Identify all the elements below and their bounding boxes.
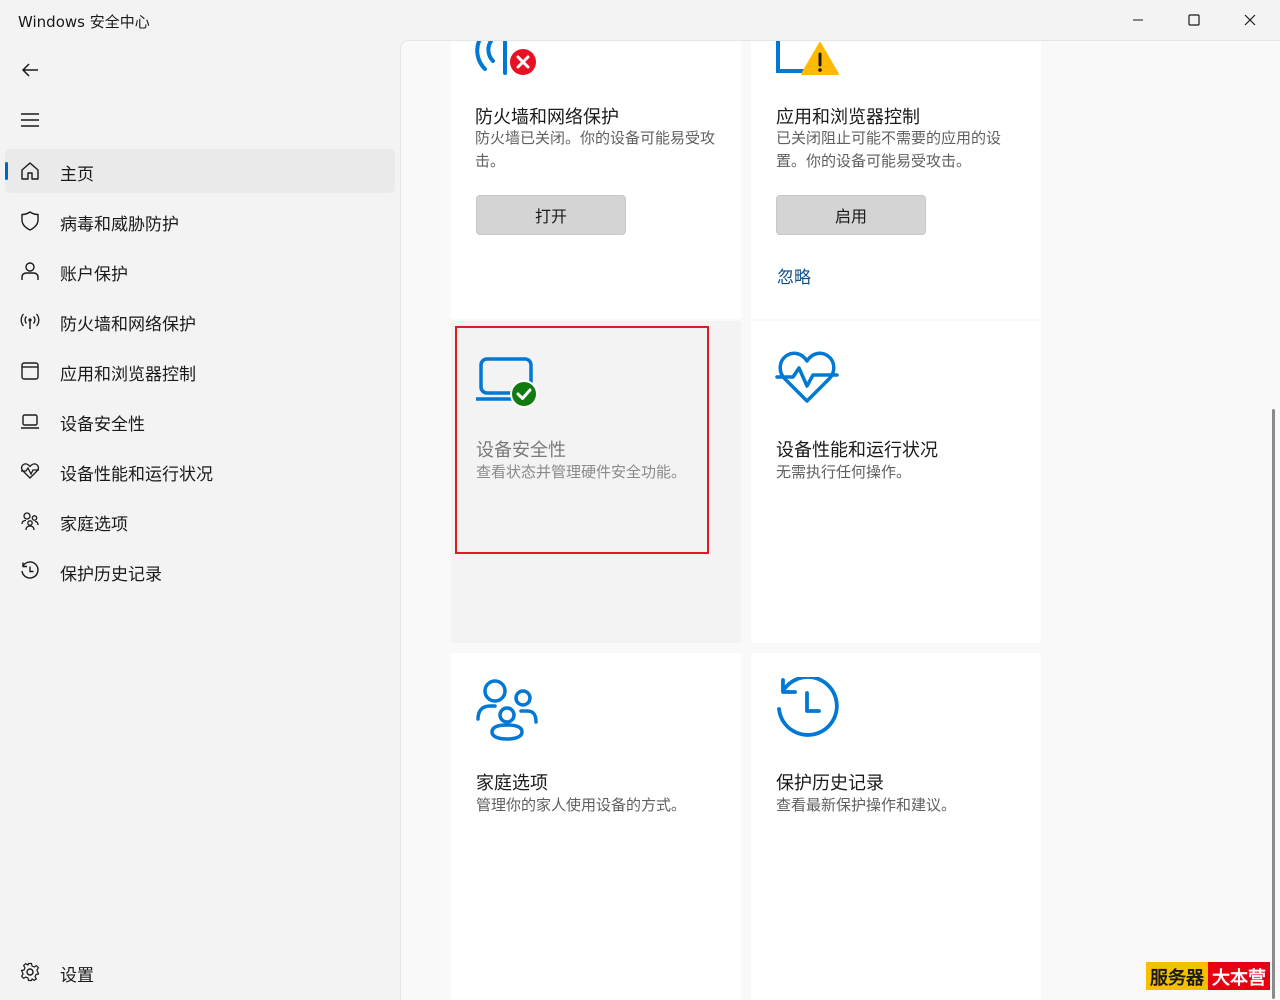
card-title: 家庭选项: [476, 773, 548, 794]
card-title: 保护历史记录: [776, 773, 884, 794]
settings-label: 设置: [60, 966, 94, 986]
maximize-button[interactable]: [1166, 0, 1222, 40]
sidebar-item-label: 设备性能和运行状况: [60, 465, 213, 485]
sidebar-item-label: 保护历史记录: [60, 565, 162, 585]
close-icon: [1244, 14, 1256, 26]
firewall-card[interactable]: 防火墙和网络保护 防火墙已关闭。你的设备可能易受攻击。 打开: [451, 41, 741, 319]
watermark-part-2: 大本营: [1208, 962, 1270, 990]
back-button[interactable]: [10, 52, 50, 88]
title-bar: Windows 安全中心: [0, 0, 1280, 40]
heart-pulse-icon: [775, 351, 839, 403]
app-window-icon: [19, 360, 41, 382]
sidebar-item-history[interactable]: 保护历史记录: [5, 549, 395, 593]
sidebar-item-device-security[interactable]: 设备安全性: [5, 399, 395, 443]
sidebar-item-device-health[interactable]: 设备性能和运行状况: [5, 449, 395, 493]
history-icon: [19, 560, 41, 582]
sidebar-item-firewall[interactable]: 防火墙和网络保护: [5, 299, 395, 343]
card-title: 设备安全性: [476, 440, 566, 461]
menu-button[interactable]: [10, 102, 50, 138]
minimize-button[interactable]: [1110, 0, 1166, 40]
history-icon: [777, 677, 839, 737]
family-icon: [476, 679, 538, 741]
shield-icon: [19, 210, 41, 232]
main-content: 防火墙和网络保护 防火墙已关闭。你的设备可能易受攻击。 打开 应用和浏览器控制 …: [400, 40, 1280, 1000]
device-health-card[interactable]: 设备性能和运行状况 无需执行任何操作。: [751, 321, 1041, 643]
window-title: Windows 安全中心: [18, 13, 150, 31]
minimize-icon: [1133, 19, 1143, 21]
laptop-icon: [19, 410, 41, 432]
close-button[interactable]: [1222, 0, 1278, 40]
gear-icon: [19, 961, 41, 983]
card-description: 防火墙已关闭。你的设备可能易受攻击。: [475, 129, 716, 170]
antenna-error-icon: [475, 41, 536, 75]
app-window-warning-icon: [776, 41, 839, 75]
card-description: 管理你的家人使用设备的方式。: [476, 796, 687, 814]
sidebar-item-label: 病毒和威胁防护: [60, 215, 179, 235]
card-description: 查看最新保护操作和建议。: [776, 796, 957, 814]
watermark-part-1: 服务器: [1146, 962, 1208, 990]
protection-history-card[interactable]: 保护历史记录 查看最新保护操作和建议。: [751, 653, 1041, 1000]
sidebar-item-label: 家庭选项: [60, 515, 128, 535]
sidebar-item-label: 设备安全性: [60, 415, 145, 435]
enable-button[interactable]: 启用: [776, 195, 926, 235]
laptop-check-icon: [476, 357, 538, 408]
home-icon: [19, 160, 41, 182]
card-title: 防火墙和网络保护: [475, 107, 619, 128]
hamburger-icon: [21, 113, 39, 127]
device-security-card[interactable]: 设备安全性 查看状态并管理硬件安全功能。: [451, 321, 741, 643]
antenna-icon: [19, 310, 41, 332]
family-options-card[interactable]: 家庭选项 管理你的家人使用设备的方式。: [451, 653, 741, 1000]
sidebar-item-virus-protection[interactable]: 病毒和威胁防护: [5, 199, 395, 243]
sidebar-item-family[interactable]: 家庭选项: [5, 499, 395, 543]
sidebar-item-label: 应用和浏览器控制: [60, 365, 196, 385]
sidebar: 主页 病毒和威胁防护 账户保护 防火墙和网络保护 应用和浏览器控制 设备安全性: [0, 40, 400, 1000]
watermark-logo: 服务器 大本营: [1146, 962, 1270, 990]
card-title: 设备性能和运行状况: [776, 440, 938, 461]
family-icon: [19, 510, 41, 532]
turn-on-firewall-button[interactable]: 打开: [476, 195, 626, 235]
card-description: 查看状态并管理硬件安全功能。: [476, 463, 687, 481]
sidebar-item-home[interactable]: 主页: [5, 149, 395, 193]
sidebar-item-app-browser[interactable]: 应用和浏览器控制: [5, 349, 395, 393]
person-icon: [19, 260, 41, 282]
card-title: 应用和浏览器控制: [776, 107, 920, 128]
app-browser-card[interactable]: 应用和浏览器控制 已关闭阻止可能不需要的应用的设置。你的设备可能易受攻击。 启用…: [751, 41, 1041, 319]
arrow-left-icon: [21, 63, 38, 77]
card-description: 已关闭阻止可能不需要的应用的设置。你的设备可能易受攻击。: [776, 129, 1002, 170]
sidebar-item-account-protection[interactable]: 账户保护: [5, 249, 395, 293]
sidebar-item-label: 账户保护: [60, 265, 128, 285]
sidebar-item-label: 主页: [60, 165, 94, 185]
card-description: 无需执行任何操作。: [776, 463, 912, 481]
vertical-scrollbar[interactable]: [1272, 409, 1275, 999]
dismiss-link[interactable]: 忽略: [777, 263, 811, 288]
maximize-icon: [1188, 14, 1200, 26]
heart-pulse-icon: [19, 460, 41, 482]
sidebar-item-settings[interactable]: 设置: [5, 950, 395, 994]
sidebar-item-label: 防火墙和网络保护: [60, 315, 196, 335]
